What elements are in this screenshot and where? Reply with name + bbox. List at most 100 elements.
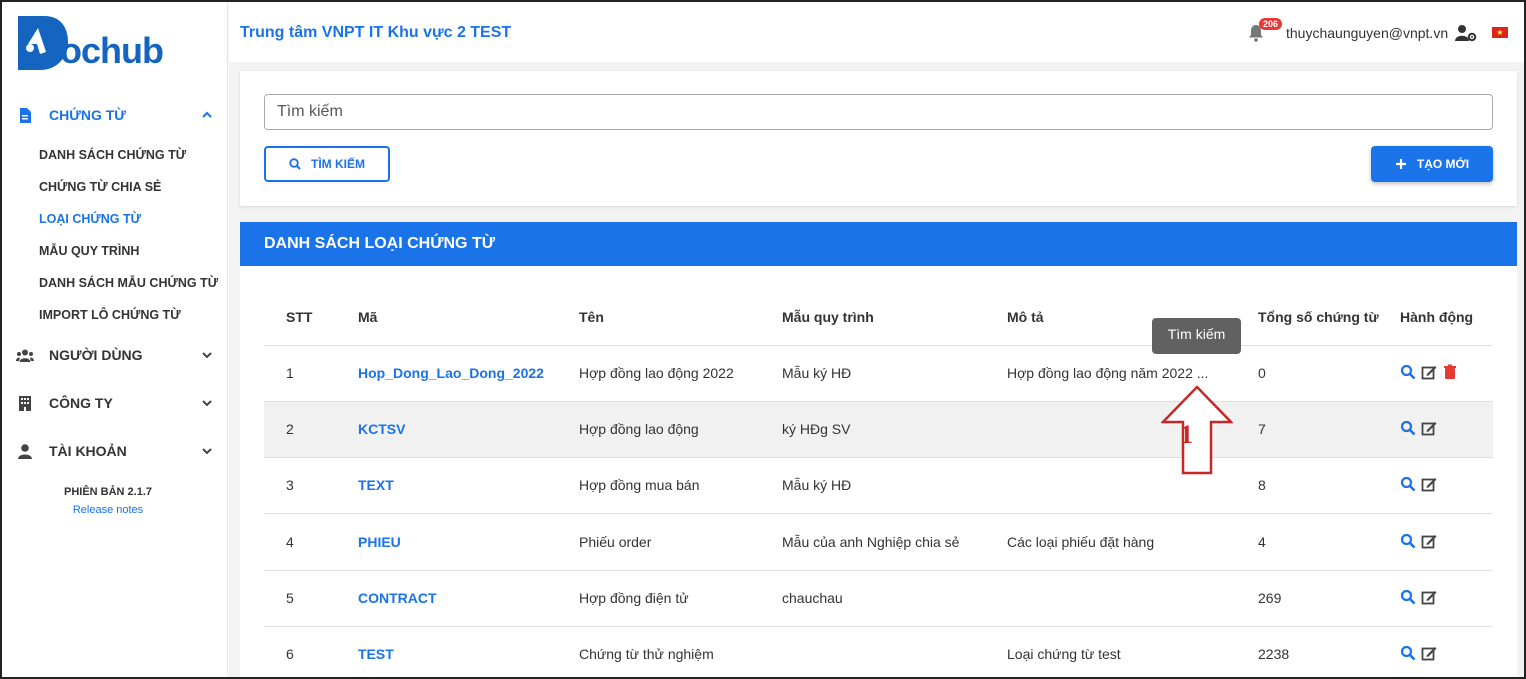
cell-code[interactable]: TEST xyxy=(358,646,394,662)
top-header: Trung tâm VNPT IT Khu vực 2 TEST 206 thu… xyxy=(229,4,1524,62)
cell-code[interactable]: CONTRACT xyxy=(358,590,437,606)
cell-name: Phiếu order xyxy=(579,534,652,550)
search-panel: TÌM KIẾM TẠO MỚI xyxy=(240,71,1517,206)
user-email[interactable]: thuychaunguyen@vnpt.vn xyxy=(1286,25,1448,41)
table-row: 4 PHIEU Phiếu order Mẫu của anh Nghiệp chia… xyxy=(264,515,1493,571)
edit-icon[interactable] xyxy=(1421,476,1437,492)
app-logo[interactable]: ochub xyxy=(16,14,186,74)
column-header-stt: STT xyxy=(286,309,313,325)
sidebar-item-mau-quy-trinh[interactable]: MẪU QUY TRÌNH xyxy=(39,244,139,258)
row-actions xyxy=(1400,533,1437,549)
plus-icon xyxy=(1395,159,1406,169)
row-actions xyxy=(1400,476,1437,492)
cell-stt: 2 xyxy=(286,421,294,437)
cell-total: 4 xyxy=(1258,534,1266,550)
cell-stt: 6 xyxy=(286,646,294,662)
cell-name: Chứng từ thử nghiệm xyxy=(579,646,714,662)
nav-group-chung-tu[interactable]: CHỨNG TỪ xyxy=(2,99,228,131)
users-icon xyxy=(16,346,34,364)
edit-icon[interactable] xyxy=(1421,364,1437,380)
cell-workflow: chauchau xyxy=(782,590,843,606)
document-icon xyxy=(16,106,34,124)
annotation-step-number: 1 xyxy=(1180,420,1193,449)
table-row: 6 TEST Chứng từ thử nghiệm Loại chứng từ te… xyxy=(264,627,1493,677)
cell-workflow: Mẫu ký HĐ xyxy=(782,477,852,493)
sidebar-item-import-lo-chung-tu[interactable]: IMPORT LÔ CHỨNG TỪ xyxy=(39,308,181,322)
cell-name: Hợp đồng điện tử xyxy=(579,590,689,606)
nav-group-nguoi-dung[interactable]: NGƯỜI DÙNG xyxy=(2,339,228,371)
organization-name: Trung tâm VNPT IT Khu vực 2 TEST xyxy=(240,24,512,41)
chevron-down-icon xyxy=(202,352,212,359)
cell-stt: 4 xyxy=(286,534,294,550)
annotation-arrow xyxy=(1161,385,1233,475)
nav-group-tai-khoan[interactable]: TÀI KHOẢN xyxy=(2,435,228,467)
sidebar-item-danh-sach-mau-chung-tu[interactable]: DANH SÁCH MẪU CHỨNG TỪ xyxy=(39,276,218,290)
create-button[interactable]: TẠO MỚI xyxy=(1371,146,1493,182)
view-search-icon[interactable] xyxy=(1400,364,1416,380)
list-title: DANH SÁCH LOẠI CHỨNG TỪ xyxy=(240,222,1517,266)
chevron-up-icon xyxy=(202,111,212,118)
cell-name: Hợp đồng mua bán xyxy=(579,477,700,493)
cell-code[interactable]: Hop_Dong_Lao_Dong_2022 xyxy=(358,365,544,381)
column-header-total: Tổng số chứng từ xyxy=(1258,309,1379,325)
cell-name: Hợp đồng lao động 2022 xyxy=(579,365,734,381)
cell-total: 269 xyxy=(1258,590,1282,606)
row-actions xyxy=(1400,364,1458,380)
document-type-list: DANH SÁCH LOẠI CHỨNG TỪ STT Mã Tên Mẫu q… xyxy=(240,222,1517,677)
search-input[interactable] xyxy=(264,94,1493,130)
view-search-icon[interactable] xyxy=(1400,533,1416,549)
view-search-icon[interactable] xyxy=(1400,476,1416,492)
sidebar: ochub CHỨNG TỪ DANH SÁCH CHỨNG TỪ CHỨNG … xyxy=(2,2,228,677)
view-search-icon[interactable] xyxy=(1400,645,1416,661)
row-actions xyxy=(1400,645,1437,661)
column-header-description: Mô tả xyxy=(1007,309,1044,325)
cell-code[interactable]: TEXT xyxy=(358,477,394,493)
nav-group-label: CHỨNG TỪ xyxy=(49,107,126,123)
table-row: 5 CONTRACT Hợp đồng điện tử chauchau 269 xyxy=(264,571,1493,627)
notification-badge: 206 xyxy=(1259,18,1283,30)
nav-group-cong-ty[interactable]: CÔNG TY xyxy=(2,387,228,419)
sidebar-item-chung-tu-chia-se[interactable]: CHỨNG TỪ CHIA SẺ xyxy=(39,180,161,194)
cell-workflow: Mẫu ký HĐ xyxy=(782,365,852,381)
release-notes-link[interactable]: Release notes xyxy=(2,504,214,516)
cell-stt: 3 xyxy=(286,477,294,493)
edit-icon[interactable] xyxy=(1421,589,1437,605)
column-header-actions: Hành động xyxy=(1400,309,1474,325)
table-row: 2 KCTSV Hợp đồng lao động ký HĐg SV 7 xyxy=(264,402,1493,458)
user-settings-icon[interactable] xyxy=(1455,24,1477,42)
cell-total: 8 xyxy=(1258,477,1266,493)
row-actions xyxy=(1400,420,1437,436)
cell-workflow: Mẫu của anh Nghiệp chia sẻ xyxy=(782,534,960,550)
cell-description: Loại chứng từ test xyxy=(1007,646,1121,662)
table-row: 1 Hop_Dong_Lao_Dong_2022 Hợp đồng lao động… xyxy=(264,346,1493,402)
column-header-name: Tên xyxy=(579,309,604,325)
vietnam-flag-icon[interactable]: ★ xyxy=(1492,27,1508,38)
edit-icon[interactable] xyxy=(1421,420,1437,436)
sidebar-item-loai-chung-tu[interactable]: LOẠI CHỨNG TỪ xyxy=(39,212,141,226)
search-button-label: TÌM KIẾM xyxy=(311,157,365,171)
app-frame: ochub CHỨNG TỪ DANH SÁCH CHỨNG TỪ CHỨNG … xyxy=(0,0,1526,679)
cell-code[interactable]: PHIEU xyxy=(358,534,401,550)
user-icon xyxy=(16,442,34,460)
table-header: STT Mã Tên Mẫu quy trình Mô tả Tổng số c… xyxy=(264,292,1493,346)
app-version: PHIÊN BẢN 2.1.7 xyxy=(63,486,153,498)
row-actions xyxy=(1400,589,1437,605)
cell-workflow: ký HĐg SV xyxy=(782,421,851,437)
edit-icon[interactable] xyxy=(1421,645,1437,661)
column-header-workflow: Mẫu quy trình xyxy=(782,309,874,325)
delete-icon[interactable] xyxy=(1442,364,1458,380)
search-icon xyxy=(289,158,301,170)
search-button[interactable]: TÌM KIẾM xyxy=(264,146,390,182)
create-button-label: TẠO MỚI xyxy=(1416,157,1470,171)
edit-icon[interactable] xyxy=(1421,533,1437,549)
cell-total: 0 xyxy=(1258,365,1266,381)
cell-code[interactable]: KCTSV xyxy=(358,421,405,437)
nav-group-label: TÀI KHOẢN xyxy=(49,443,127,459)
cell-name: Hợp đồng lao động xyxy=(579,421,699,437)
view-search-icon[interactable] xyxy=(1400,420,1416,436)
sidebar-item-danh-sach-chung-tu[interactable]: DANH SÁCH CHỨNG TỪ xyxy=(39,148,186,162)
cell-stt: 5 xyxy=(286,590,294,606)
cell-description: Các loại phiếu đặt hàng xyxy=(1007,534,1155,550)
view-search-icon[interactable] xyxy=(1400,589,1416,605)
action-tooltip: Tìm kiếm xyxy=(1152,318,1241,354)
